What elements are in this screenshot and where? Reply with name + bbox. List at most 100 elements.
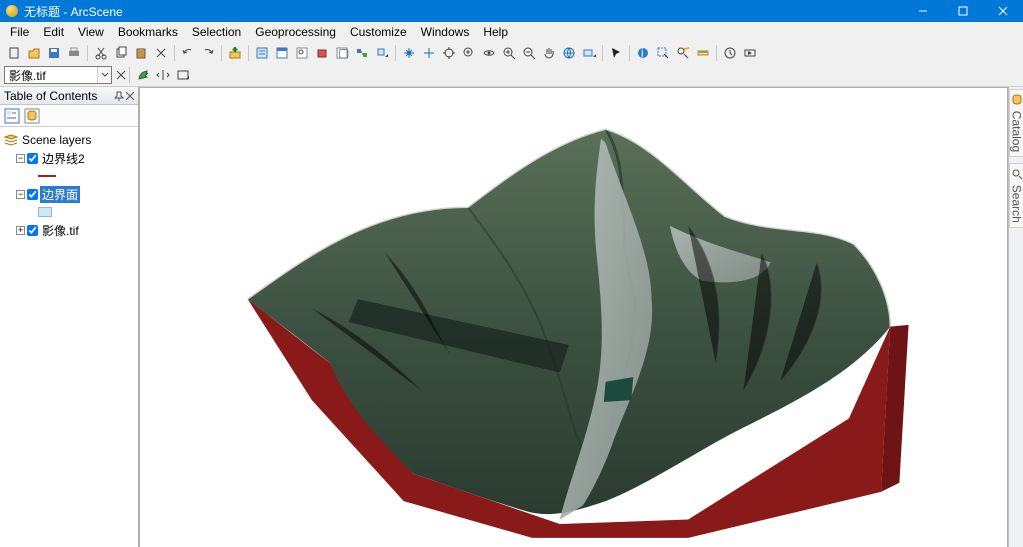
workspace: Table of Contents Scene layers − 边界线2 − …: [0, 87, 1023, 547]
animation-icon[interactable]: [741, 44, 759, 62]
new-doc-icon[interactable]: [5, 44, 23, 62]
layer-checkbox[interactable]: [27, 153, 38, 164]
measure-icon[interactable]: [694, 44, 712, 62]
identify-icon[interactable]: i: [634, 44, 652, 62]
list-by-source-icon[interactable]: [24, 108, 40, 124]
layer-symbol[interactable]: [2, 167, 136, 185]
print-icon[interactable]: [65, 44, 83, 62]
layer-dropdown[interactable]: 影像.tif: [4, 66, 112, 84]
pan-icon[interactable]: [540, 44, 558, 62]
title-bar: 无标题 - ArcScene: [0, 0, 1023, 22]
tree-layer-row[interactable]: + 影像.tif: [2, 221, 136, 239]
toc-close-icon[interactable]: [126, 92, 134, 100]
menu-windows[interactable]: Windows: [415, 23, 476, 41]
catalog-window-icon[interactable]: [273, 44, 291, 62]
close-button[interactable]: [983, 0, 1023, 22]
menu-help[interactable]: Help: [477, 23, 514, 41]
menu-customize[interactable]: Customize: [344, 23, 413, 41]
minimize-button[interactable]: [903, 0, 943, 22]
menu-edit[interactable]: Edit: [37, 23, 70, 41]
swipe-icon[interactable]: [154, 66, 172, 84]
layer-checkbox[interactable]: [27, 225, 38, 236]
open-icon[interactable]: [25, 44, 43, 62]
window-title: 无标题 - ArcScene: [24, 3, 903, 20]
search-tab[interactable]: Search: [1009, 163, 1023, 228]
pin-icon[interactable]: [114, 91, 124, 101]
model-builder-icon[interactable]: [353, 44, 371, 62]
layer-label-selected[interactable]: 边界面: [40, 186, 80, 203]
catalog-tab[interactable]: Catalog: [1009, 89, 1023, 157]
layer-label[interactable]: 影像.tif: [40, 222, 81, 239]
search-window-icon[interactable]: [293, 44, 311, 62]
right-dock: Catalog Search: [1008, 87, 1023, 547]
toc-icon[interactable]: [253, 44, 271, 62]
list-by-drawing-icon[interactable]: [4, 108, 20, 124]
paste-icon[interactable]: [132, 44, 150, 62]
toolbar-standard: ▢ i: [0, 42, 1023, 64]
center-target-icon[interactable]: [440, 44, 458, 62]
menu-file[interactable]: File: [4, 23, 35, 41]
toolbox-icon[interactable]: [313, 44, 331, 62]
line-symbol-icon: [38, 175, 56, 177]
menu-view[interactable]: View: [72, 23, 110, 41]
layer-label[interactable]: 边界线2: [40, 150, 87, 167]
layer-checkbox[interactable]: [27, 189, 38, 200]
fly-icon[interactable]: [420, 44, 438, 62]
select-features-icon[interactable]: [654, 44, 672, 62]
toc-tabs: [0, 105, 138, 127]
layer-dropdown-value: 影像.tif: [9, 67, 46, 84]
tree-layer-row[interactable]: − 边界面: [2, 185, 136, 203]
tree-root[interactable]: Scene layers: [2, 131, 136, 149]
tree-root-label: Scene layers: [20, 133, 93, 147]
cut-icon[interactable]: [92, 44, 110, 62]
svg-text:▢: ▢: [338, 46, 349, 60]
toolbar-layer: 影像.tif: [0, 64, 1023, 86]
scene-viewport[interactable]: [139, 87, 1008, 547]
full-extent-icon[interactable]: [560, 44, 578, 62]
undo-icon[interactable]: [179, 44, 197, 62]
flicker-icon[interactable]: [174, 66, 192, 84]
expand-icon[interactable]: +: [16, 226, 25, 235]
sub-dropdown-icon[interactable]: [373, 44, 391, 62]
table-of-contents-panel: Table of Contents Scene layers − 边界线2 − …: [0, 87, 139, 547]
scene-layers-icon: [4, 134, 18, 146]
menu-bookmarks[interactable]: Bookmarks: [112, 23, 184, 41]
zoom-in-icon[interactable]: [500, 44, 518, 62]
add-data-icon[interactable]: [226, 44, 244, 62]
zoom-target-icon[interactable]: [460, 44, 478, 62]
python-icon[interactable]: ▢: [333, 44, 351, 62]
polygon-symbol-icon: [38, 207, 52, 217]
toc-title: Table of Contents: [4, 89, 97, 103]
look-north-icon[interactable]: [580, 44, 598, 62]
menu-geoprocessing[interactable]: Geoprocessing: [249, 23, 342, 41]
search-icon: [1011, 168, 1023, 180]
navigate-icon[interactable]: [400, 44, 418, 62]
collapse-icon[interactable]: −: [16, 154, 25, 163]
select-icon[interactable]: [607, 44, 625, 62]
catalog-tab-label: Catalog: [1010, 111, 1023, 152]
effects-icon[interactable]: [134, 66, 152, 84]
time-slider-icon[interactable]: [721, 44, 739, 62]
svg-text:i: i: [641, 46, 644, 60]
tree-layer-row[interactable]: − 边界线2: [2, 149, 136, 167]
menu-selection[interactable]: Selection: [186, 23, 247, 41]
terrain-render: [140, 88, 1007, 547]
collapse-icon[interactable]: −: [16, 190, 25, 199]
menu-bar: File Edit View Bookmarks Selection Geopr…: [0, 22, 1023, 42]
toc-tree[interactable]: Scene layers − 边界线2 − 边界面 + 影像.tif: [0, 127, 138, 547]
redo-icon[interactable]: [199, 44, 217, 62]
toc-header[interactable]: Table of Contents: [0, 87, 138, 105]
chevron-down-icon: [97, 67, 111, 83]
clear-layer-icon[interactable]: [116, 70, 126, 80]
find-icon[interactable]: [674, 44, 692, 62]
search-tab-label: Search: [1010, 185, 1023, 223]
save-icon[interactable]: [45, 44, 63, 62]
set-observer-icon[interactable]: [480, 44, 498, 62]
zoom-out-icon[interactable]: [520, 44, 538, 62]
app-icon: [6, 5, 18, 17]
maximize-button[interactable]: [943, 0, 983, 22]
copy-icon[interactable]: [112, 44, 130, 62]
layer-symbol[interactable]: [2, 203, 136, 221]
delete-icon[interactable]: [152, 44, 170, 62]
toolbar-area: ▢ i 影像.tif: [0, 42, 1023, 87]
